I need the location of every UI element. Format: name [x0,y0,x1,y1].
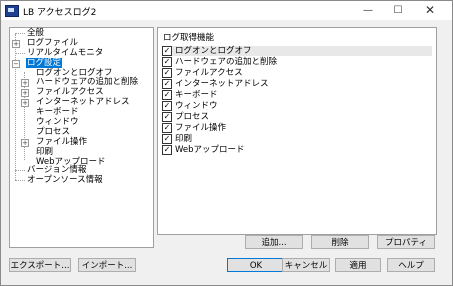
tree-item-file-operation[interactable]: ファイル操作 [36,137,87,147]
setting-label: ファイル操作 [175,123,227,133]
tree-item-label: キーボード [36,107,79,117]
expand-icon[interactable]: + [21,89,29,97]
tree-item-label: バージョン情報 [27,165,87,175]
minimize-button[interactable]: — [355,3,381,18]
setting-row-logon-logoff[interactable]: ✓ ログオンとログオフ [162,46,432,56]
delete-button[interactable]: 削除 [311,235,369,249]
setting-row-web-upload[interactable]: ✓ Webアップロード [162,145,432,155]
checkbox[interactable]: ✓ [162,46,172,56]
tree-item-process[interactable]: プロセス [36,127,70,137]
expand-icon[interactable]: + [21,139,29,147]
tree-line [15,180,25,181]
setting-label: ログオンとログオフ [175,46,252,56]
setting-row-keyboard[interactable]: ✓ キーボード [162,90,432,100]
tree-item-file-access[interactable]: ファイルアクセス [36,87,104,97]
tree-item-label: オープンソース情報 [27,175,103,185]
tree-item-label: ハードウェアの追加と削除 [36,77,139,87]
tree-item-label: 印刷 [36,147,54,157]
setting-row-print[interactable]: ✓ 印刷 [162,134,432,144]
checkbox[interactable]: ✓ [162,101,172,111]
tree-line [15,33,25,34]
setting-row-hardware[interactable]: ✓ ハードウェアの追加と削除 [162,57,432,67]
tree-item-log-file[interactable]: ログファイル [27,38,78,48]
tree-item-log-settings[interactable]: ログ設定 [26,58,63,68]
tree-item-print[interactable]: 印刷 [36,147,53,157]
checkbox[interactable]: ✓ [162,123,172,133]
settings-tree[interactable]: 全般 + ログファイル リアルタイムモニタ − ログ設定 ログオンとログオフ +… [9,27,154,248]
tree-item-window[interactable]: ウィンドウ [36,117,79,127]
tree-line [15,170,25,171]
checkbox[interactable]: ✓ [162,145,172,155]
tree-item-internet-address[interactable]: インターネットアドレス [36,97,130,107]
setting-label: キーボード [175,90,218,100]
tree-item-label: ログファイル [27,38,79,48]
close-button[interactable]: ✕ [417,3,443,18]
tree-item-label: ウィンドウ [36,117,79,127]
setting-label: ウィンドウ [175,101,218,111]
setting-row-internet-address[interactable]: ✓ インターネットアドレス [162,79,432,89]
tree-item-label: ファイルアクセス [36,87,104,97]
setting-row-process[interactable]: ✓ プロセス [162,112,432,122]
tree-item-general[interactable]: 全般 [27,28,44,38]
setting-label: Webアップロード [175,145,245,155]
checkbox[interactable]: ✓ [162,134,172,144]
maximize-button[interactable]: ☐ [385,3,411,18]
checkbox[interactable]: ✓ [162,68,172,78]
log-settings-panel: ログ取得機能 ✓ ログオンとログオフ ✓ ハードウェアの追加と削除 ✓ ファイル… [157,27,437,235]
export-button[interactable]: エクスポート... [9,258,71,272]
checkbox[interactable]: ✓ [162,90,172,100]
tree-item-realtime-monitor[interactable]: リアルタイムモニタ [27,48,103,58]
expand-icon[interactable]: + [21,79,29,87]
checkbox[interactable]: ✓ [162,79,172,89]
setting-label: ファイルアクセス [175,68,243,78]
expand-icon[interactable]: + [21,99,29,107]
tree-item-hardware[interactable]: ハードウェアの追加と削除 [36,77,138,87]
expand-icon[interactable]: + [12,40,20,48]
ok-button[interactable]: OK [227,258,285,272]
tree-item-keyboard[interactable]: キーボード [36,107,79,117]
tree-item-label: ログ設定 [26,58,63,68]
setting-label: インターネットアドレス [175,79,269,89]
tree-item-label: プロセス [36,127,71,137]
setting-label: プロセス [175,112,210,122]
help-button[interactable]: ヘルプ [387,258,435,272]
collapse-icon[interactable]: − [12,60,20,68]
import-button[interactable]: インポート... [78,258,136,272]
cancel-button[interactable]: キャンセル [282,258,330,272]
tree-item-label: リアルタイムモニタ [27,48,104,58]
setting-label: ハードウェアの追加と削除 [175,57,278,67]
title-bar[interactable]: LB アクセスログ2 — ☐ ✕ [1,1,452,20]
setting-row-file-access[interactable]: ✓ ファイルアクセス [162,68,432,78]
tree-line [15,53,25,54]
panel-title: ログ取得機能 [163,33,215,43]
tree-item-label: ファイル操作 [36,137,88,147]
checkbox[interactable]: ✓ [162,112,172,122]
setting-label: 印刷 [175,134,193,144]
window-title: LB アクセスログ2 [23,8,97,18]
checkbox[interactable]: ✓ [162,57,172,67]
setting-row-file-operation[interactable]: ✓ ファイル操作 [162,123,432,133]
setting-row-window[interactable]: ✓ ウィンドウ [162,101,432,111]
dialog-window: LB アクセスログ2 — ☐ ✕ 全般 + ログファイル リアルタイムモニタ −… [0,0,453,286]
tree-item-label: インターネットアドレス [36,97,130,107]
tree-item-version-info[interactable]: バージョン情報 [27,165,86,175]
tree-line [15,34,16,180]
apply-button[interactable]: 適用 [335,258,381,272]
tree-item-label: 全般 [27,28,45,38]
properties-button[interactable]: プロパティ [377,235,435,249]
add-button[interactable]: 追加... [245,235,303,249]
tree-item-open-source-info[interactable]: オープンソース情報 [27,175,103,185]
app-icon [5,5,19,17]
